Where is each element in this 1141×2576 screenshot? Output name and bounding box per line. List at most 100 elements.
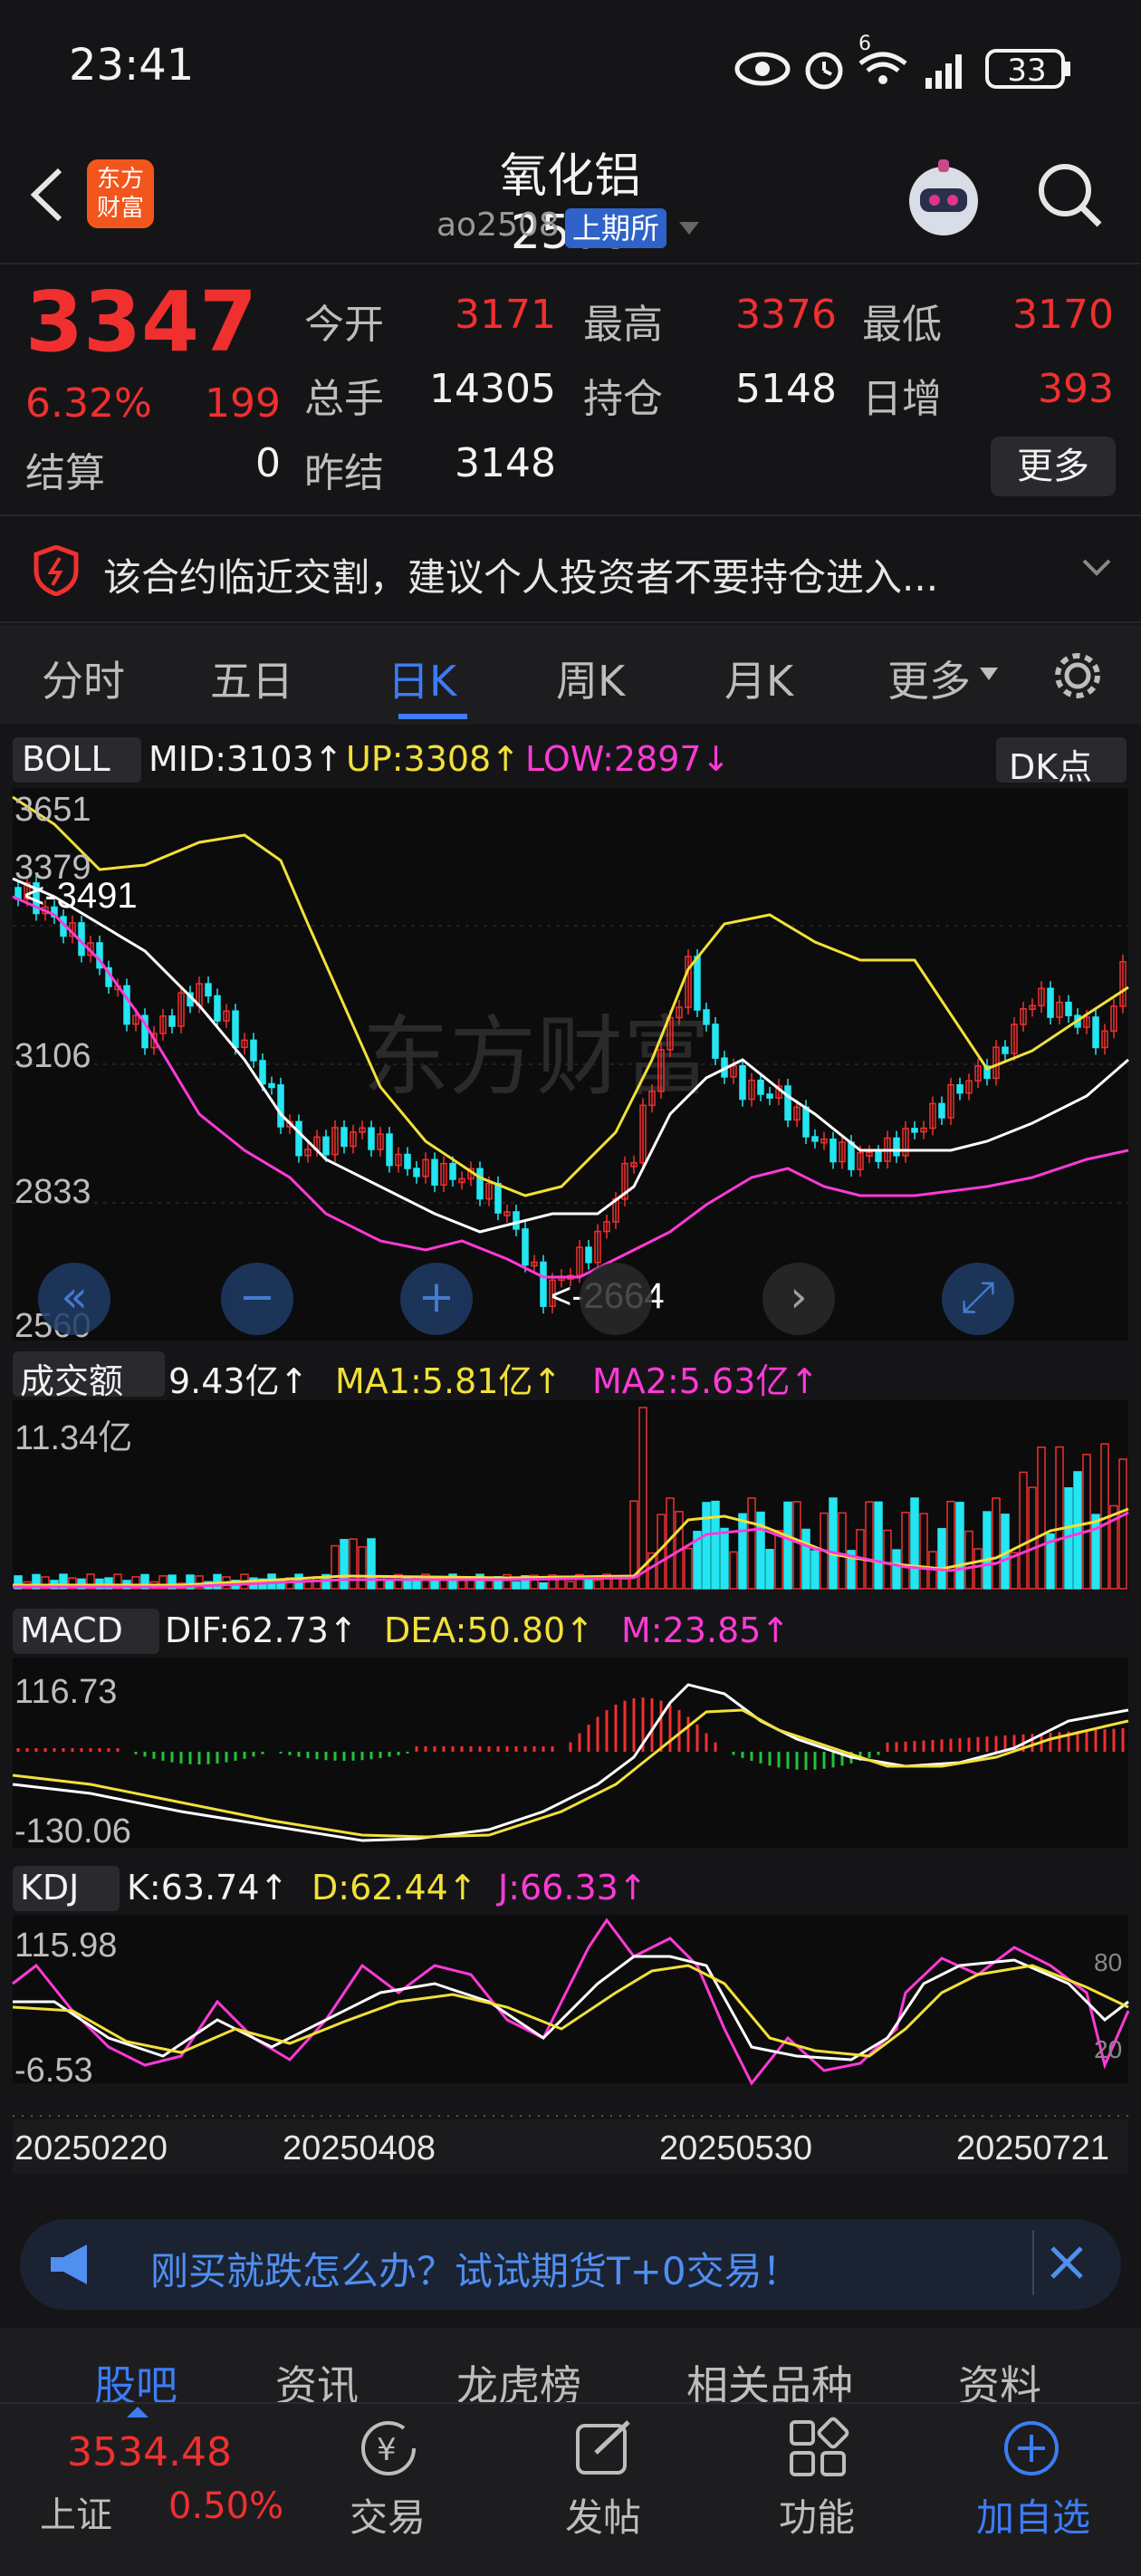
delivery-notice[interactable]: 该合约临近交割，建议个人投资者不要持仓进入... (103, 547, 938, 602)
volume-bar (765, 1549, 774, 1590)
kdj-bottom-label: -6.53 (14, 2052, 93, 2090)
boll-name: BOLL (22, 739, 110, 779)
add-circle-icon[interactable] (1000, 2417, 1063, 2484)
open-interest-value: 5148 (735, 366, 837, 412)
open-label: 今开 (304, 302, 384, 348)
volume-bar (711, 1500, 720, 1590)
kdj-j: J:66.33↑ (498, 1868, 647, 1908)
volume-bar (385, 1581, 394, 1590)
kdj-top-label: 115.98 (14, 1927, 117, 1965)
volume-name: 成交额 (20, 1361, 124, 1401)
subtab-dragon-tiger[interactable]: 龙虎榜 (456, 2353, 581, 2413)
kline-chart[interactable]: 东方财富 3651 3379 3106 2833 2560 <-3491 <-2… (0, 788, 1141, 2201)
index-name: 上证 (40, 2494, 112, 2536)
settings-gear-icon[interactable] (1050, 649, 1105, 706)
trade-icon[interactable]: ¥ (357, 2417, 420, 2484)
tab-more[interactable]: 更多 (887, 649, 971, 708)
scroll-left-button[interactable]: « (38, 1263, 110, 1335)
change-value: 199 (205, 380, 281, 427)
alarm-icon (805, 52, 843, 90)
close-icon[interactable] (1049, 2244, 1085, 2284)
app-logo: 东方财富 (87, 159, 154, 228)
high-label: 最高 (583, 302, 663, 348)
wifi-icon (858, 52, 907, 84)
promo-divider (1032, 2230, 1034, 2295)
macd-m: M:23.85↑ (621, 1610, 791, 1650)
volume-bar (720, 1527, 729, 1590)
volume-bar (783, 1501, 792, 1590)
volume-bar (1073, 1471, 1082, 1590)
robot-assistant-icon[interactable] (902, 156, 985, 243)
date-label-4: 20250721 (956, 2129, 1109, 2167)
volume-bar (738, 1513, 747, 1590)
boll-up: UP:3308↑ (346, 739, 521, 779)
exchange-dropdown-icon[interactable] (679, 221, 699, 238)
macd-bottom-label: -130.06 (14, 1812, 131, 1850)
subtab-profile[interactable]: 资料 (958, 2353, 1041, 2413)
nav-post[interactable]: 发帖 (549, 2487, 657, 2542)
macd-dif: DIF:62.73↑ (165, 1610, 358, 1650)
tab-daily-k[interactable]: 日K (388, 649, 456, 708)
boll-low: LOW:2897↓ (525, 739, 731, 779)
volume-ma2: MA2:5.63亿↑ (592, 1361, 820, 1401)
tab-monthly-k[interactable]: 月K (724, 649, 793, 708)
volume-bar (983, 1511, 992, 1590)
high-value: 3376 (735, 292, 837, 338)
daily-increase-label: 日增 (862, 376, 942, 422)
eye-icon (734, 52, 791, 86)
chevron-right-icon[interactable]: › (762, 1263, 835, 1335)
axis-label-t4: 2833 (14, 1173, 91, 1211)
low-label: 最低 (862, 302, 942, 348)
svg-text:¥: ¥ (377, 2432, 397, 2468)
volume-bar (412, 1579, 421, 1590)
prev-settle-label: 昨结 (304, 450, 384, 496)
tab-weekly-k[interactable]: 周K (556, 649, 625, 708)
promo-text[interactable]: 刚买就跌怎么办？试试期货T+0交易！ (150, 2241, 801, 2296)
volume-bar (955, 1502, 964, 1590)
zoom-in-button[interactable]: + (400, 1263, 473, 1335)
scroll-back-button[interactable] (580, 1263, 652, 1335)
boll-mid: MID:3103↑ (149, 739, 343, 779)
settle-value: 0 (255, 440, 281, 486)
last-price: 3347 (25, 274, 258, 370)
volume-value: 14305 (429, 366, 556, 412)
prev-settle-value: 3148 (455, 440, 556, 486)
bottom-divider (0, 2402, 1141, 2404)
nav-trade[interactable]: 交易 (333, 2487, 442, 2542)
volume-ma1: MA1:5.81亿↑ (335, 1361, 562, 1401)
chevron-down-icon[interactable] (1081, 558, 1112, 582)
warning-shield-icon (33, 544, 80, 600)
volume-label: 总手 (304, 376, 384, 422)
tab-five-day[interactable]: 五日 (210, 649, 293, 708)
index-value[interactable]: 3534.48 (67, 2429, 232, 2475)
daily-increase-value: 393 (1038, 366, 1114, 412)
dk-label: DK点 (1009, 747, 1093, 787)
subtab-news[interactable]: 资讯 (275, 2353, 359, 2413)
date-label-2: 20250408 (283, 2129, 436, 2167)
volume-bar (829, 1497, 838, 1590)
macd-dea: DEA:50.80↑ (384, 1610, 595, 1650)
change-percent: 6.32% (25, 380, 152, 427)
volume-bar (340, 1539, 349, 1590)
search-icon[interactable] (1034, 159, 1107, 235)
fullscreen-icon[interactable]: ⤢ (942, 1263, 1014, 1335)
volume-bar (801, 1528, 810, 1590)
kdj-d: D:62.44↑ (312, 1868, 477, 1908)
index-percent: 0.50% (168, 2485, 284, 2527)
tab-intraday[interactable]: 分时 (42, 649, 125, 708)
active-tab-indicator (398, 714, 467, 719)
nav-add-watchlist[interactable]: 加自选 (965, 2487, 1101, 2542)
nav-functions[interactable]: 功能 (762, 2487, 871, 2542)
kdj-k: K:63.74↑ (127, 1868, 289, 1908)
zoom-out-button[interactable]: − (221, 1263, 293, 1335)
macd-name: MACD (20, 1610, 123, 1650)
function-grid-icon[interactable] (786, 2417, 849, 2484)
low-value: 3170 (1012, 292, 1114, 338)
volume-bar (512, 1581, 521, 1590)
volume-value: 9.43亿↑ (168, 1361, 309, 1401)
back-button[interactable] (24, 163, 69, 230)
date-label-3: 20250530 (659, 2129, 812, 2167)
subtab-related[interactable]: 相关品种 (686, 2353, 853, 2413)
more-button[interactable]: 更多 (991, 437, 1116, 496)
post-edit-icon[interactable] (572, 2417, 636, 2484)
